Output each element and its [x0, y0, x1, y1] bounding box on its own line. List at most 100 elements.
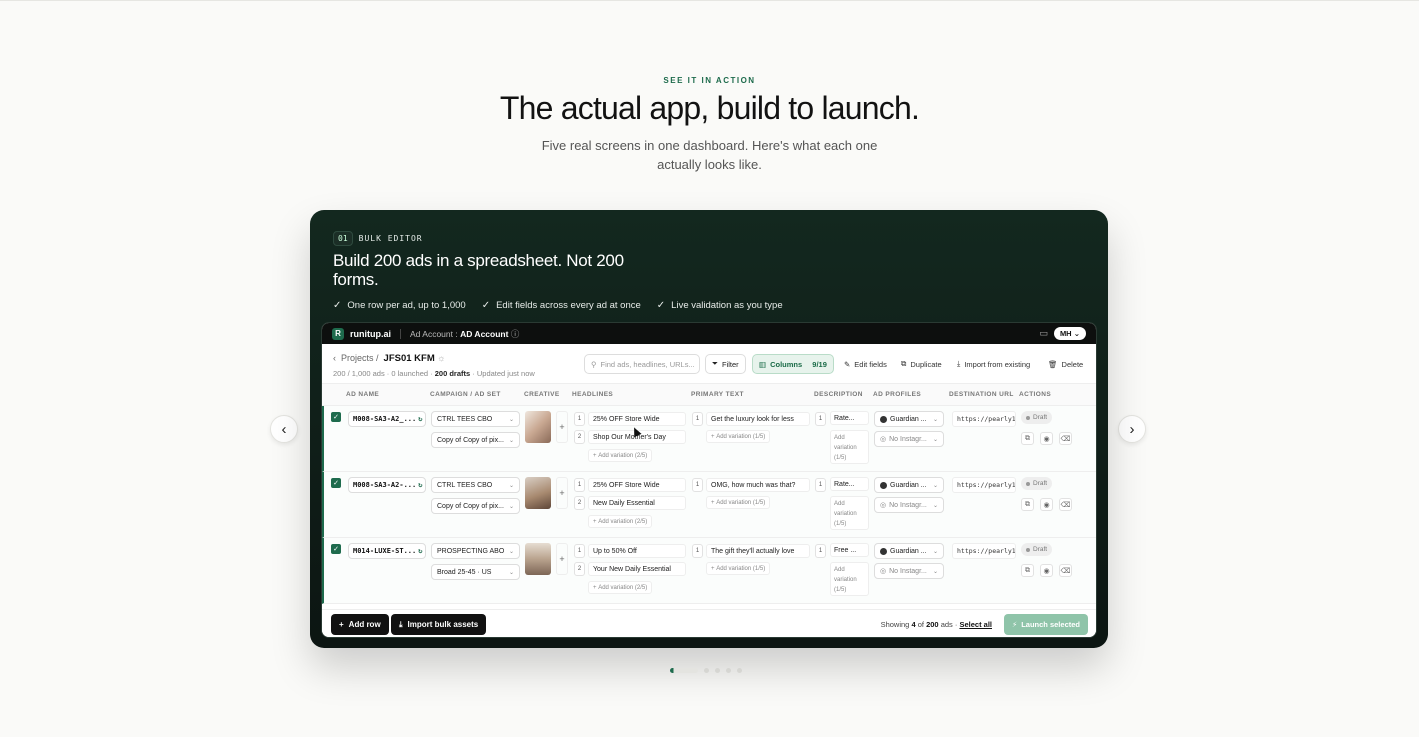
creative-thumbnail[interactable]: [525, 477, 551, 509]
ad-name-field[interactable]: M014-LUXE-ST... ↻: [348, 543, 426, 559]
headline-field[interactable]: Up to 50% Off: [588, 544, 686, 558]
carousel-dot-5[interactable]: [737, 668, 742, 673]
eye-icon[interactable]: ◉: [1040, 432, 1053, 445]
back-arrow-icon[interactable]: ‹: [333, 353, 336, 363]
add-description-variation[interactable]: Add variation (1/5): [830, 562, 869, 596]
launch-selected-button[interactable]: ⚡ Launch selected: [1003, 614, 1088, 635]
add-description-variation[interactable]: Add variation (1/5): [830, 430, 869, 464]
destination-url-field[interactable]: https://pearly1: [952, 543, 1016, 559]
copy-icon[interactable]: ⧉: [1021, 498, 1034, 511]
add-headline-variation[interactable]: + Add variation (2/5): [588, 581, 653, 594]
facebook-profile-select[interactable]: Guardian ... ⌄: [874, 543, 944, 559]
columns-button[interactable]: ▥ Columns 9/19: [752, 354, 834, 374]
instagram-profile-select[interactable]: ◎ No Instagr... ⌄: [874, 431, 944, 447]
creative-thumbnail[interactable]: [525, 411, 551, 443]
add-creative-button[interactable]: +: [556, 411, 568, 443]
chevron-down-icon: ⌄: [508, 437, 514, 444]
headline-field[interactable]: Your New Daily Essential: [588, 562, 686, 576]
ad-name-field[interactable]: M008-SA3-A2_... ↻: [348, 411, 426, 427]
row-checkbox[interactable]: ✓: [331, 544, 341, 554]
destination-url-field[interactable]: https://pearly1: [952, 411, 1016, 427]
duplicate-button[interactable]: ⧉ Duplicate: [901, 354, 942, 374]
add-primary-variation[interactable]: + Add variation (1/5): [706, 430, 771, 443]
primary-text-field[interactable]: Get the luxury look for less: [706, 412, 810, 426]
carousel-next-button[interactable]: ›: [1118, 415, 1146, 443]
select-all-link[interactable]: Select all: [959, 620, 992, 629]
search-input[interactable]: ⚲ Find ads, headlines, URLs...: [584, 354, 700, 374]
app-brand: runitup.ai: [350, 328, 391, 339]
add-headline-variation[interactable]: + Add variation (2/5): [588, 515, 653, 528]
column-header[interactable]: AD PROFILES: [873, 391, 921, 398]
column-header[interactable]: DESTINATION URL: [949, 391, 1014, 398]
carousel-dot-4[interactable]: [726, 668, 731, 673]
column-header[interactable]: AD NAME: [346, 391, 379, 398]
table-row[interactable]: ✓ M008-SA3-A2_... ↻ CTRL TEES CBO ⌄ Copy o…: [322, 406, 1096, 472]
column-header[interactable]: ACTIONS: [1019, 391, 1051, 398]
check-icon: ✓: [481, 300, 491, 311]
add-creative-button[interactable]: +: [556, 477, 568, 509]
edit-fields-button[interactable]: ✎ Edit fields: [844, 354, 887, 374]
trash-icon[interactable]: ⌫: [1059, 432, 1072, 445]
inbox-icon[interactable]: ▭: [1039, 328, 1048, 339]
check-icon: ✓: [333, 300, 342, 311]
carousel-dot-1[interactable]: [670, 668, 698, 673]
adset-select[interactable]: Copy of Copy of pix... ⌄: [431, 498, 520, 514]
add-row-button[interactable]: + Add row: [331, 614, 389, 635]
instagram-profile-select[interactable]: ◎ No Instagr... ⌄: [874, 497, 944, 513]
copy-icon[interactable]: ⧉: [1021, 432, 1034, 445]
table-row[interactable]: ✓ M008-SA3-A2-... ↻ CTRL TEES CBO ⌄ Copy o…: [322, 472, 1096, 538]
add-description-variation[interactable]: Add variation (1/5): [830, 496, 869, 530]
campaign-select[interactable]: PROSPECTING ABO ⌄: [431, 543, 520, 559]
ad-name-field[interactable]: M008-SA3-A2-... ↻: [348, 477, 426, 493]
delete-button[interactable]: 🗑 Delete: [1048, 354, 1083, 374]
filter-button[interactable]: ⏷ Filter: [705, 354, 746, 374]
adset-select[interactable]: Broad 25-45 · US ⌄: [431, 564, 520, 580]
facebook-profile-select[interactable]: Guardian ... ⌄: [874, 477, 944, 493]
column-header[interactable]: CAMPAIGN / AD SET: [430, 391, 501, 398]
carousel-dot-2[interactable]: [704, 668, 709, 673]
trash-icon[interactable]: ⌫: [1059, 498, 1072, 511]
add-primary-variation[interactable]: + Add variation (1/5): [706, 562, 771, 575]
add-headline-variation[interactable]: + Add variation (2/5): [588, 449, 653, 462]
row-checkbox[interactable]: ✓: [331, 478, 341, 488]
trash-icon[interactable]: ⌫: [1059, 564, 1072, 577]
headline-field[interactable]: 25% OFF Store Wide: [588, 412, 686, 426]
carousel-prev-button[interactable]: ‹: [270, 415, 298, 443]
description-field[interactable]: Free ...: [830, 543, 869, 557]
column-header[interactable]: PRIMARY TEXT: [691, 391, 744, 398]
headline-field[interactable]: New Daily Essential: [588, 496, 686, 510]
breadcrumb-parent[interactable]: Projects /: [341, 353, 379, 363]
column-header[interactable]: CREATIVE: [524, 391, 560, 398]
campaign-select[interactable]: CTRL TEES CBO ⌄: [431, 411, 520, 427]
creative-thumbnail[interactable]: [525, 543, 551, 575]
primary-text-field[interactable]: OMG, how much was that?: [706, 478, 810, 492]
import-existing-button[interactable]: ⤓ Import from existing: [957, 354, 1030, 374]
table-header: AD NAME CAMPAIGN / AD SET CREATIVE HEADL…: [322, 384, 1096, 406]
adset-select[interactable]: Copy of Copy of pix... ⌄: [431, 432, 520, 448]
destination-url-field[interactable]: https://pearly1: [952, 477, 1016, 493]
eye-icon[interactable]: ◉: [1040, 564, 1053, 577]
add-creative-button[interactable]: +: [556, 543, 568, 575]
row-checkbox[interactable]: ✓: [331, 412, 341, 422]
settings-icon[interactable]: ☼: [437, 353, 445, 363]
chevron-down-icon: ⌄: [932, 482, 938, 489]
carousel-dot-3[interactable]: [715, 668, 720, 673]
campaign-select[interactable]: CTRL TEES CBO ⌄: [431, 477, 520, 493]
ad-account-selector[interactable]: Ad Account : AD Account ⓘ: [410, 328, 519, 340]
add-primary-variation[interactable]: + Add variation (1/5): [706, 496, 771, 509]
column-header[interactable]: HEADLINES: [572, 391, 613, 398]
facebook-profile-select[interactable]: Guardian ... ⌄: [874, 411, 944, 427]
description-field[interactable]: Rate...: [830, 411, 869, 425]
instagram-profile-select[interactable]: ◎ No Instagr... ⌄: [874, 563, 944, 579]
copy-icon[interactable]: ⧉: [1021, 564, 1034, 577]
eye-icon[interactable]: ◉: [1040, 498, 1053, 511]
check-icon: ✓: [656, 300, 666, 311]
headline-field[interactable]: 25% OFF Store Wide: [588, 478, 686, 492]
description-field[interactable]: Rate...: [830, 477, 869, 491]
import-bulk-button[interactable]: ⤓ Import bulk assets: [391, 614, 487, 635]
primary-text-field[interactable]: The gift they'll actually love: [706, 544, 810, 558]
user-avatar[interactable]: MH ⌄: [1053, 327, 1086, 340]
table-row[interactable]: ✓ M014-LUXE-ST... ↻ PROSPECTING ABO ⌄ Broa…: [322, 538, 1096, 604]
app-logo[interactable]: R: [332, 327, 344, 340]
column-header[interactable]: DESCRIPTION: [814, 391, 863, 398]
